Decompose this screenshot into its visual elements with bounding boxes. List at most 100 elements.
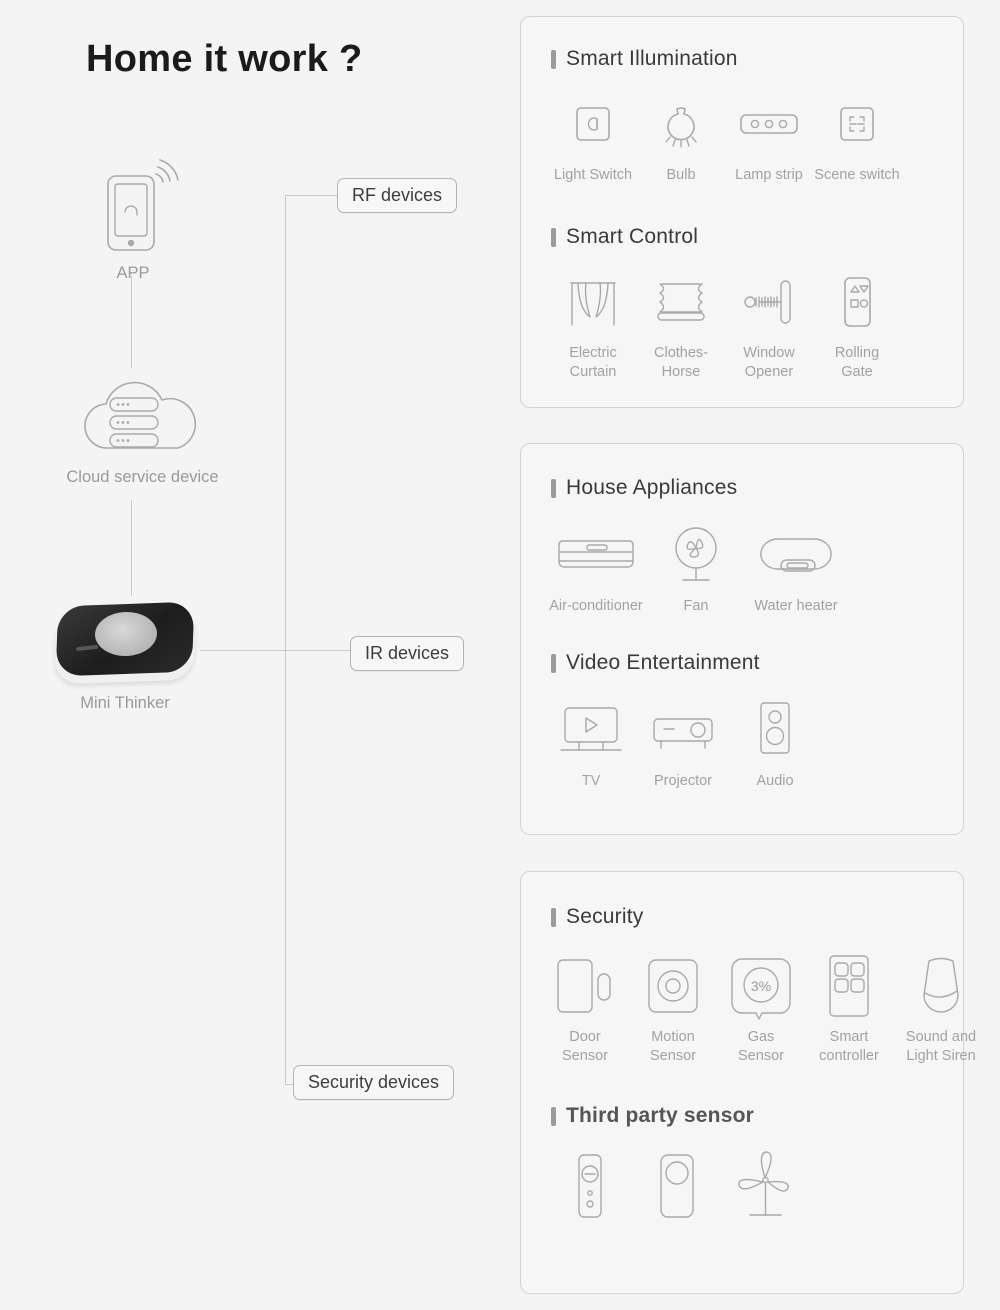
fan-icon <box>665 522 727 588</box>
mini-thinker-device-image <box>51 600 199 688</box>
item-row: Door Sensor Motion Sensor 3% Gas Sensor … <box>541 953 976 1065</box>
section-title: Third party sensor <box>566 1104 754 1127</box>
item-motion-sensor[interactable]: Motion Sensor <box>629 953 717 1065</box>
page-title: Home it work ? <box>86 38 363 80</box>
section-title-row: Third party sensor <box>551 1104 963 1128</box>
item-air-conditioner[interactable]: Air-conditioner <box>541 522 651 616</box>
accent-bar-icon <box>551 653 556 673</box>
item-label: Smart controller <box>819 1029 879 1064</box>
item-window-opener[interactable]: Window Opener <box>725 269 813 381</box>
item-label: Air-conditioner <box>549 598 643 614</box>
section-title-row: Smart Control <box>551 225 963 249</box>
item-label: Rolling Gate <box>834 345 880 380</box>
item-electric-curtain[interactable]: Electric Curtain <box>549 269 637 381</box>
item-smart-controller[interactable]: Smart controller <box>805 953 893 1065</box>
item-sound-light-siren[interactable]: Sound and Light Siren <box>893 953 989 1065</box>
gas-sensor-badge: 3% <box>751 978 771 994</box>
smartphone-wifi-icon <box>78 158 188 258</box>
item-row: TV Projector Audio <box>545 697 963 791</box>
air-conditioner-icon <box>551 522 641 588</box>
scene-switch-icon <box>832 91 882 157</box>
item-label: Gas Sensor <box>738 1029 784 1064</box>
item-label: Door Sensor <box>562 1029 608 1064</box>
item-label: Clothes- Horse <box>654 345 708 380</box>
item-label: Projector <box>653 773 713 789</box>
smart-controller-icon <box>821 953 877 1019</box>
projector-icon <box>647 697 719 763</box>
accent-bar-icon <box>551 49 556 69</box>
chip-ir-devices[interactable]: IR devices <box>350 636 465 671</box>
item-label: Motion Sensor <box>650 1029 696 1064</box>
item-projector[interactable]: Projector <box>637 697 729 791</box>
gas-sensor-icon: 3% <box>728 953 794 1020</box>
section-smart-illumination: Smart Illumination Light Switch Bulb Lam… <box>521 47 963 185</box>
audio-speaker-icon <box>752 697 798 763</box>
section-title-row: Smart Illumination <box>551 47 963 71</box>
node-app-label: APP <box>116 264 150 282</box>
section-title: House Appliances <box>566 476 738 499</box>
node-hub: Mini Thinker <box>45 600 205 713</box>
item-bulb[interactable]: Bulb <box>637 91 725 185</box>
item-plant-sensor[interactable] <box>721 1151 809 1229</box>
section-house-appliances: House Appliances Air-conditioner Fan Wat… <box>521 476 963 616</box>
node-hub-label: Mini Thinker <box>80 694 170 712</box>
chip-security-devices[interactable]: Security devices <box>293 1065 455 1100</box>
section-title: Smart Control <box>566 225 699 248</box>
item-row: Electric Curtain Clothes- Horse Window O… <box>549 269 963 381</box>
round-button-sensor-icon <box>652 1154 702 1220</box>
item-door-sensor[interactable]: Door Sensor <box>541 953 629 1065</box>
section-title-row: Video Entertainment <box>551 651 963 675</box>
item-label: Fan <box>683 598 709 614</box>
chip-rf-devices[interactable]: RF devices <box>337 178 458 213</box>
card-rf-devices: Smart Illumination Light Switch Bulb Lam… <box>520 16 964 408</box>
item-lamp-strip[interactable]: Lamp strip <box>725 91 813 185</box>
connector-hub-to-trunk <box>200 650 352 651</box>
item-label: Audio <box>756 773 794 789</box>
section-third-party-sensor: Third party sensor <box>521 1104 963 1229</box>
motion-sensor-icon <box>641 953 705 1019</box>
accent-bar-icon <box>551 227 556 247</box>
section-title: Security <box>566 905 644 928</box>
accent-bar-icon <box>551 907 556 927</box>
plant-sensor-icon <box>734 1151 796 1220</box>
section-title-row: Security <box>551 905 963 929</box>
item-label: Light Switch <box>553 167 633 183</box>
lamp-strip-icon <box>736 91 802 157</box>
item-water-heater[interactable]: Water heater <box>741 522 851 616</box>
item-rolling-gate[interactable]: Rolling Gate <box>813 269 901 381</box>
item-light-switch[interactable]: Light Switch <box>549 91 637 185</box>
sound-light-siren-icon <box>915 953 967 1019</box>
section-title: Smart Illumination <box>566 47 738 70</box>
connector-cloud-to-hub <box>131 500 132 596</box>
item-label: Window Opener <box>743 345 795 380</box>
item-label: Water heater <box>754 598 838 614</box>
item-fan[interactable]: Fan <box>651 522 741 616</box>
accent-bar-icon <box>551 1106 556 1126</box>
section-title: Video Entertainment <box>566 651 760 674</box>
node-cloud: Cloud service device <box>40 378 245 487</box>
item-scene-switch[interactable]: Scene switch <box>813 91 901 185</box>
water-heater-icon <box>753 522 839 588</box>
item-tv[interactable]: TV <box>545 697 637 791</box>
item-gas-sensor[interactable]: 3% Gas Sensor <box>717 953 805 1065</box>
rolling-gate-icon <box>834 269 880 335</box>
section-title-row: House Appliances <box>551 476 963 500</box>
connector-app-to-cloud <box>131 276 132 368</box>
clothes-horse-icon <box>652 269 710 335</box>
bulb-icon <box>656 91 706 157</box>
accent-bar-icon <box>551 478 556 498</box>
item-label: Bulb <box>666 167 696 183</box>
item-label: Electric Curtain <box>569 345 617 380</box>
item-audio[interactable]: Audio <box>729 697 821 791</box>
item-label: TV <box>581 773 601 789</box>
item-remote-sensor[interactable] <box>545 1154 633 1229</box>
door-sensor-icon <box>550 953 620 1019</box>
item-round-button-sensor[interactable] <box>633 1154 721 1229</box>
remote-sensor-icon <box>567 1154 611 1220</box>
card-ir-devices: House Appliances Air-conditioner Fan Wat… <box>520 443 964 835</box>
item-row: Air-conditioner Fan Water heater <box>541 522 963 616</box>
item-clothes-horse[interactable]: Clothes- Horse <box>637 269 725 381</box>
item-label: Lamp strip <box>735 167 803 183</box>
item-label: Scene switch <box>814 167 900 183</box>
electric-curtain-icon <box>565 269 621 335</box>
